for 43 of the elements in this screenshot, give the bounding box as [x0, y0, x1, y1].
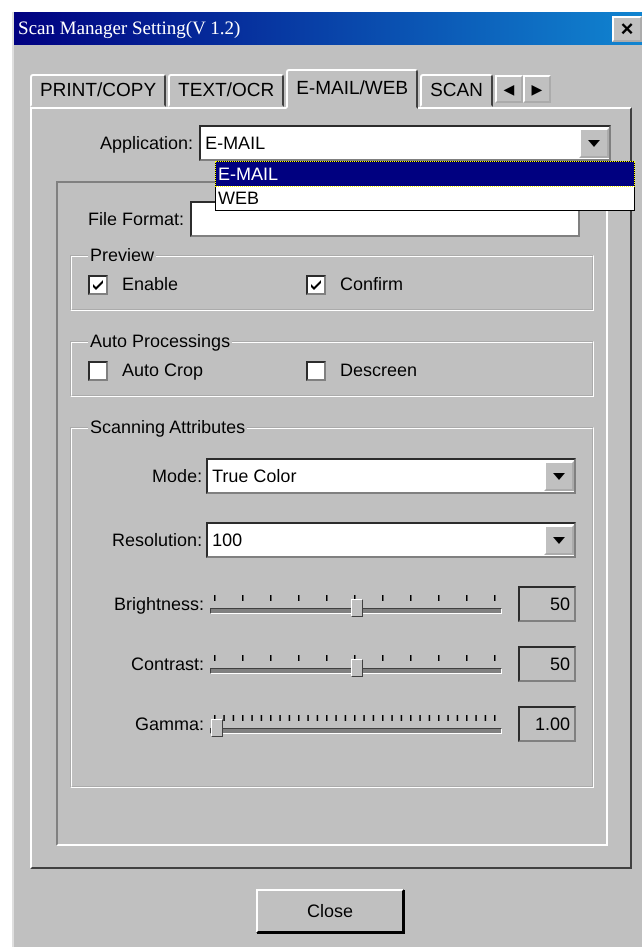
checkbox[interactable] [88, 360, 108, 380]
slider-thumb[interactable] [351, 659, 363, 677]
group-title: Preview [89, 245, 156, 266]
value-box: 50 [518, 646, 576, 682]
value-box: 1.00 [518, 706, 576, 742]
tab[interactable]: SCAN [420, 74, 493, 107]
group-title: Auto Processings [89, 331, 232, 352]
field-label: Resolution: [111, 530, 202, 550]
dropdown-option[interactable]: E-MAIL [216, 162, 634, 186]
application-dropdown[interactable]: E-MAIL [199, 125, 612, 161]
slider-label: Gamma: [134, 714, 204, 734]
slider[interactable] [210, 594, 502, 614]
slider-label: Contrast: [130, 654, 204, 674]
value-box: 50 [518, 586, 576, 622]
slider[interactable] [210, 654, 502, 674]
dropdown[interactable]: True Color [206, 458, 576, 494]
field-label: Mode: [151, 466, 202, 486]
check-icon [309, 278, 323, 292]
close-button[interactable]: × [612, 16, 642, 42]
checkbox[interactable] [306, 274, 326, 294]
dropdown-option[interactable]: WEB [216, 186, 634, 210]
window-title: Scan Manager Setting(V 1.2) [18, 18, 240, 40]
checkbox-label: Descreen [340, 360, 418, 381]
slider-label: Brightness: [112, 594, 204, 614]
tab[interactable]: TEXT/OCR [168, 74, 284, 107]
group-title: Scanning Attributes [89, 417, 246, 438]
tab[interactable]: PRINT/COPY [30, 74, 166, 107]
slider-thumb[interactable] [351, 599, 363, 617]
slider-thumb[interactable] [211, 719, 223, 737]
tab-scroll-button[interactable]: ▶ [522, 75, 551, 103]
close-button[interactable]: Close [256, 889, 404, 933]
field-label: Application: [100, 132, 194, 154]
tab[interactable]: E-MAIL/WEB [286, 69, 418, 109]
checkbox-label: Auto Crop [122, 360, 204, 381]
field-label: File Format: [88, 208, 184, 230]
tab-scroll-button[interactable]: ◀ [494, 75, 523, 103]
check-icon [91, 278, 105, 292]
dropdown[interactable]: 100 [206, 522, 576, 558]
checkbox[interactable] [88, 274, 108, 294]
checkbox[interactable] [306, 360, 326, 380]
checkbox-label: Confirm [340, 274, 404, 295]
slider[interactable] [210, 714, 502, 734]
checkbox-label: Enable [122, 274, 178, 295]
